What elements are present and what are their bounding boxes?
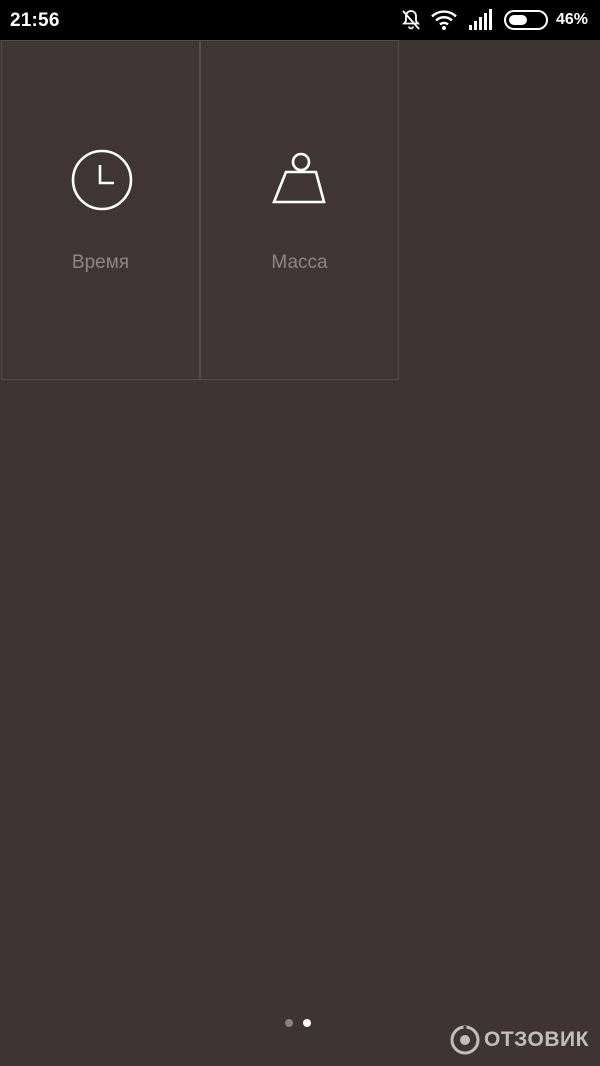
page-dot-2-active[interactable] <box>303 1019 311 1027</box>
watermark-text: ОТЗОВИК <box>484 1028 589 1051</box>
signal-icon <box>469 9 492 30</box>
battery-percent: 46% <box>556 11 589 28</box>
wifi-icon <box>431 10 457 30</box>
clock-icon <box>71 149 133 211</box>
tile-mass-label: Масса <box>271 252 328 273</box>
tile-time-label: Время <box>71 252 130 273</box>
tile-mass[interactable]: Масса <box>200 40 399 380</box>
weight-icon <box>272 152 326 204</box>
watermark: ОТЗОВИК <box>450 1022 590 1058</box>
otzovik-logo-icon <box>450 1025 480 1055</box>
battery-icon <box>504 10 548 30</box>
page-dot-1[interactable] <box>285 1019 293 1027</box>
bell-off-icon <box>402 10 420 30</box>
tile-time[interactable]: Время <box>1 40 200 380</box>
status-time: 21:56 <box>10 10 60 31</box>
status-bar: 21:56 46% <box>0 0 600 40</box>
